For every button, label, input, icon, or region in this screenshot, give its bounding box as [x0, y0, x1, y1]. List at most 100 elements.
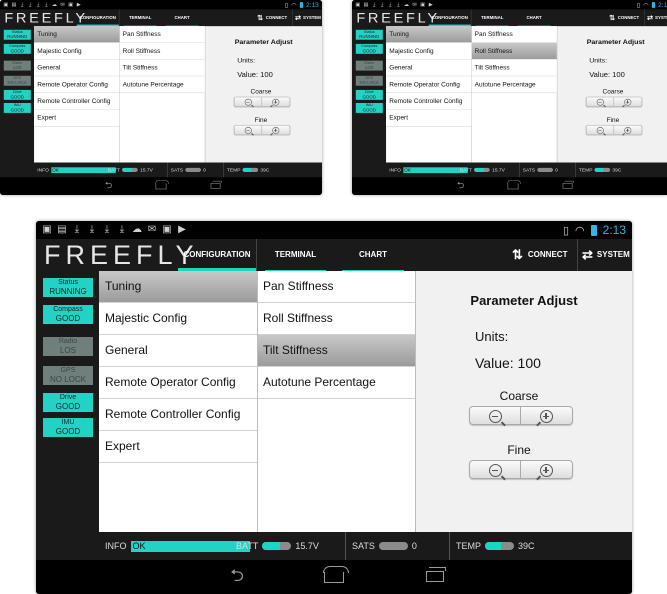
notification-icon: ▣	[68, 1, 74, 8]
config-menu-item-remote-controller-config[interactable]: Remote Controller Config	[99, 399, 257, 431]
config-menu-item-majestic-config[interactable]: Majestic Config	[99, 303, 257, 335]
fine-decrease-button[interactable]	[586, 125, 615, 136]
tab-terminal[interactable]: TERMINAL	[118, 9, 161, 27]
home-button[interactable]	[153, 180, 170, 190]
coarse-increase-button[interactable]	[614, 97, 642, 107]
fine-decrease-button[interactable]	[234, 125, 263, 136]
notification-icon: ⤓	[29, 1, 32, 8]
system-button[interactable]: ⇄ SYSTEM	[577, 239, 630, 271]
config-menu-item-remote-operator-config[interactable]: Remote Operator Config	[34, 76, 120, 94]
units-label: Units:	[589, 56, 608, 65]
satellites-readout: SATS 0	[166, 162, 206, 178]
config-menu-item-tuning[interactable]: Tuning	[99, 271, 257, 303]
batt-value: 15.7V	[295, 541, 319, 551]
tuning-menu-item-autotune-percentage[interactable]: Autotune Percentage	[119, 76, 205, 94]
tuning-menu-item-tilt-stiffness[interactable]: Tilt Stiffness	[258, 335, 415, 367]
config-menu-item-remote-controller-config[interactable]: Remote Controller Config	[34, 93, 120, 110]
connect-label: CONNECT	[617, 15, 640, 20]
home-button[interactable]	[319, 566, 349, 586]
battery-gauge	[262, 542, 292, 550]
fine-increase-button[interactable]	[262, 125, 290, 136]
tuning-menu-item-pan-stiffness[interactable]: Pan Stiffness	[471, 26, 557, 43]
tuning-menu-item-roll-stiffness[interactable]: Roll Stiffness	[119, 42, 205, 60]
tuning-menu-item-roll-stiffness[interactable]: Roll Stiffness	[471, 42, 557, 60]
notification-icon: ▣	[420, 1, 426, 8]
config-menu-item-majestic-config[interactable]: Majestic Config	[34, 42, 120, 60]
freefly-logo: FREEFLY	[356, 9, 440, 26]
badge-value: GOOD	[362, 94, 376, 100]
notification-icon: ▣	[3, 1, 9, 8]
config-menu-item-tuning[interactable]: Tuning	[386, 26, 472, 43]
back-button[interactable]: ⮌	[452, 180, 468, 190]
usb-plug-icon: ⇅	[512, 247, 523, 262]
notification-icon: ▣	[355, 1, 361, 8]
home-button[interactable]	[505, 180, 522, 190]
config-menu-item-expert[interactable]: Expert	[34, 109, 120, 127]
connect-button[interactable]: ⇅ CONNECT	[257, 9, 287, 26]
fine-increase-button[interactable]	[614, 125, 642, 136]
config-menu-item-majestic-config[interactable]: Majestic Config	[386, 42, 472, 60]
badge-value: GOOD	[55, 402, 81, 411]
zoom-out-icon	[244, 98, 254, 107]
tuning-menu-item-pan-stiffness[interactable]: Pan Stiffness	[119, 26, 205, 43]
zoom-out-icon	[596, 98, 606, 107]
fine-increase-button[interactable]	[521, 461, 572, 480]
tuning-menu-item-pan-stiffness[interactable]: Pan Stiffness	[258, 271, 415, 303]
info-label: INFO	[105, 541, 127, 551]
notification-icon: ▶	[76, 1, 81, 8]
coarse-increase-button[interactable]	[262, 97, 290, 107]
fine-label: Fine	[606, 116, 620, 124]
recents-button[interactable]	[207, 180, 223, 190]
tab-chart[interactable]: CHART	[334, 239, 412, 271]
tuning-menu-item-autotune-percentage[interactable]: Autotune Percentage	[258, 367, 415, 399]
status-badge-status: Status RUNNING	[43, 278, 93, 297]
android-nav-bar: ⮌	[36, 560, 632, 594]
clock: 2:13	[602, 223, 626, 237]
recents-button[interactable]	[420, 566, 450, 586]
fine-decrease-button[interactable]	[470, 461, 521, 480]
coarse-decrease-button[interactable]	[234, 97, 263, 107]
notification-icon: ▶	[178, 224, 186, 235]
value-label: Value: 100	[237, 70, 273, 79]
tuning-menu-item-tilt-stiffness[interactable]: Tilt Stiffness	[471, 59, 557, 77]
config-menu-item-general[interactable]: General	[99, 335, 257, 367]
coarse-decrease-button[interactable]	[586, 97, 615, 107]
units-label: Units:	[237, 56, 256, 65]
sats-label: SATS	[352, 541, 375, 551]
back-button[interactable]: ⮌	[100, 180, 116, 190]
system-button[interactable]: ⇄ SYSTEM	[292, 9, 321, 27]
tab-configuration[interactable]: CONFIGURATION	[428, 9, 471, 27]
notification-icon: ▣	[42, 224, 52, 235]
tab-terminal[interactable]: TERMINAL	[470, 9, 513, 27]
config-menu-item-remote-controller-config[interactable]: Remote Controller Config	[386, 93, 472, 110]
config-menu-item-remote-operator-config[interactable]: Remote Operator Config	[99, 367, 257, 399]
recents-button[interactable]	[559, 180, 575, 190]
config-menu-item-general[interactable]: General	[34, 59, 120, 77]
tab-chart[interactable]: CHART	[161, 9, 203, 27]
tab-terminal[interactable]: TERMINAL	[256, 239, 334, 271]
system-button[interactable]: ⇄ SYSTEM	[644, 9, 667, 27]
back-button[interactable]: ⮌	[222, 566, 252, 586]
config-menu-item-expert[interactable]: Expert	[99, 431, 257, 463]
config-menu-item-tuning[interactable]: Tuning	[34, 26, 120, 43]
parameter-panel: Parameter Adjust Units: Value: 100 Coars…	[557, 26, 667, 163]
config-menu-item-remote-operator-config[interactable]: Remote Operator Config	[386, 76, 472, 94]
coarse-decrease-button[interactable]	[470, 407, 521, 426]
tuning-menu-item-tilt-stiffness[interactable]: Tilt Stiffness	[119, 59, 205, 77]
battery-icon	[590, 224, 597, 236]
tab-configuration[interactable]: CONFIGURATION	[76, 9, 119, 27]
connect-button[interactable]: ⇅ CONNECT	[609, 9, 639, 26]
tuning-menu-item-autotune-percentage[interactable]: Autotune Percentage	[471, 76, 557, 94]
badge-value: GOOD	[362, 48, 376, 54]
coarse-increase-button[interactable]	[521, 407, 572, 426]
freefly-logo: FREEFLY	[4, 9, 88, 26]
zoom-in-icon	[622, 127, 632, 136]
connect-button[interactable]: ⇅ CONNECT	[512, 239, 567, 271]
tab-configuration[interactable]: CONFIGURATION	[178, 239, 256, 271]
config-menu-item-expert[interactable]: Expert	[386, 109, 472, 127]
badge-name: Status	[58, 279, 78, 286]
config-menu-item-general[interactable]: General	[386, 59, 472, 77]
tuning-menu-item-roll-stiffness[interactable]: Roll Stiffness	[258, 303, 415, 335]
tab-chart[interactable]: CHART	[513, 9, 555, 27]
badge-value: NO LOCK	[359, 80, 380, 86]
